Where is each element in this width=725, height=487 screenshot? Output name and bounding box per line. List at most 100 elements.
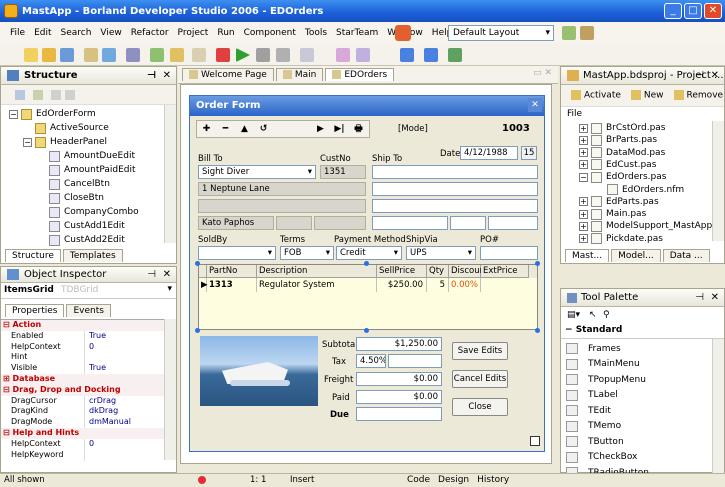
property-value[interactable] <box>85 352 89 363</box>
back-nav-icon[interactable] <box>51 90 61 100</box>
shipto-field-3[interactable] <box>372 199 538 213</box>
palette-scrollbar[interactable] <box>712 339 724 473</box>
shipto-field-1[interactable] <box>372 165 538 179</box>
property-row[interactable]: DragCursor crDrag <box>1 395 169 407</box>
close-button[interactable]: ✕ <box>704 3 722 19</box>
nav-first-icon[interactable] <box>273 121 292 137</box>
property-value[interactable]: 0 <box>85 342 94 353</box>
date-field[interactable]: 4/12/1988 <box>460 146 518 160</box>
tree-item-headerpanel[interactable]: − HeaderPanel <box>23 135 107 149</box>
state-field[interactable] <box>276 216 312 230</box>
property-value[interactable]: True <box>85 363 106 374</box>
expand-icon[interactable]: + <box>579 123 588 133</box>
close-icon[interactable]: ✕ <box>163 269 171 280</box>
view-tab-design[interactable]: Design <box>435 474 472 486</box>
property-row[interactable]: HelpKeyword <box>1 449 169 461</box>
tree-item-activesource[interactable]: ActiveSource <box>23 121 109 135</box>
tree-item-custadd2edit[interactable]: CustAdd2Edit <box>37 233 125 247</box>
tree-item-amountdueedit[interactable]: AmountDueEdit <box>37 149 135 163</box>
close-icon[interactable]: ✕ <box>163 70 171 81</box>
cell-indicator[interactable]: ▶ <box>199 278 208 292</box>
categories-icon[interactable]: ▤▾ <box>567 310 580 320</box>
view-tab-history[interactable]: History <box>474 474 512 486</box>
property-category[interactable]: ⊟ Drag, Drop and Docking <box>1 384 169 396</box>
shipto-field-2[interactable] <box>372 182 538 196</box>
tree-item-closebtn[interactable]: CloseBtn <box>37 191 104 205</box>
pointer-icon[interactable]: ↖ <box>589 310 597 320</box>
cell-qty[interactable]: 5 <box>427 278 449 292</box>
forward-nav-icon[interactable] <box>65 90 75 100</box>
save-all-icon[interactable] <box>102 48 116 62</box>
close-form-button[interactable]: Close <box>452 398 508 416</box>
maximize-button[interactable]: □ <box>684 3 702 19</box>
menu-item-component[interactable]: Component <box>244 28 296 38</box>
tree-item-custadd1edit[interactable]: CustAdd1Edit <box>37 219 125 233</box>
structure-scrollbar[interactable] <box>164 105 176 243</box>
cell-desc[interactable]: Regulator System <box>257 278 377 292</box>
new-form-icon[interactable] <box>356 48 370 62</box>
property-value[interactable]: dkDrag <box>85 406 118 417</box>
editor-tab-edorders[interactable]: EDOrders <box>325 68 395 81</box>
filter-icon[interactable] <box>15 90 25 100</box>
cell-price[interactable]: $250.00 <box>377 278 427 292</box>
component-selector[interactable]: ItemsGrid TDBGrid ▾ <box>1 283 176 299</box>
close-tab-icon[interactable]: ▭ ✕ <box>533 68 552 78</box>
layout-select[interactable]: Default Layout ▾ <box>448 25 554 41</box>
cell-disc[interactable]: 0.00% <box>449 278 481 292</box>
terms-combo[interactable]: FOB ▾ <box>280 246 334 260</box>
tree-item-cancelbtn[interactable]: CancelBtn <box>37 177 110 191</box>
pin-icon[interactable]: ⊣ <box>695 70 704 81</box>
address1-field[interactable]: 1 Neptune Lane <box>198 182 366 196</box>
remove-button[interactable]: Remove <box>673 90 723 101</box>
palette-item-tcheckbox[interactable]: TCheckBox <box>566 449 637 466</box>
tree-item-amountpaidedit[interactable]: AmountPaidEdit <box>37 163 136 177</box>
expand-icon[interactable]: + <box>579 160 588 170</box>
column-header-sellprice[interactable]: SellPrice <box>377 265 427 278</box>
property-value[interactable]: 0 <box>85 439 94 450</box>
tab-templates[interactable]: Templates <box>62 249 123 262</box>
nav-print-icon[interactable]: 🖶 <box>349 121 368 137</box>
column-header-partno[interactable]: PartNo <box>207 265 257 278</box>
editor-tab-main[interactable]: Main <box>275 68 324 81</box>
expand-icon[interactable]: + <box>579 148 588 158</box>
tree-item-edorderform[interactable]: − EdOrderForm <box>9 107 96 121</box>
run-icon[interactable] <box>236 48 250 62</box>
date-picker-button[interactable]: 15 <box>521 146 537 160</box>
pin-icon[interactable]: ⊣ <box>147 269 156 280</box>
expand-icon[interactable]: + <box>579 197 588 207</box>
custno-field[interactable]: 1351 <box>320 165 366 179</box>
address2-field[interactable] <box>198 199 366 213</box>
menu-item-edit[interactable]: Edit <box>34 28 51 38</box>
menu-item-tools[interactable]: Tools <box>305 28 327 38</box>
column-header-description[interactable]: Description <box>257 265 377 278</box>
editor-tab-welcome-page[interactable]: Welcome Page <box>182 68 274 81</box>
collapse-icon[interactable]: − <box>23 137 32 147</box>
property-row[interactable]: Visible True <box>1 363 169 375</box>
project-scrollbar[interactable] <box>712 121 724 241</box>
sort-icon[interactable] <box>33 90 43 100</box>
expand-icon[interactable]: + <box>579 221 588 231</box>
menu-item-project[interactable]: Project <box>178 28 209 38</box>
activate-button[interactable]: Activate <box>571 90 621 101</box>
back-icon[interactable] <box>400 48 414 62</box>
breakpoint-icon[interactable] <box>216 48 230 62</box>
form-resize-icon[interactable] <box>530 436 540 446</box>
palette-item-tbutton[interactable]: TButton <box>566 433 624 450</box>
expand-icon[interactable]: + <box>579 135 588 145</box>
tax-rate-field[interactable]: 4.50% <box>356 354 386 368</box>
save-edits-button[interactable]: Save Edits <box>452 342 508 360</box>
tab-events[interactable]: Events <box>66 304 111 317</box>
shipvia-combo[interactable]: UPS ▾ <box>406 246 476 260</box>
starteam-icon[interactable] <box>395 25 411 41</box>
selection-handle[interactable] <box>195 328 200 333</box>
open-project-icon[interactable] <box>84 48 98 62</box>
save-icon[interactable] <box>60 48 74 62</box>
minimize-button[interactable]: _ <box>664 3 682 19</box>
nav-insert-icon[interactable]: ✚ <box>197 121 216 137</box>
filter-icon[interactable]: ⚲ <box>603 310 610 320</box>
nav-last-icon[interactable]: ▶| <box>330 121 349 137</box>
collapse-icon[interactable]: − <box>9 109 18 119</box>
city-field[interactable]: Kato Paphos <box>198 216 274 230</box>
new-icon[interactable] <box>24 48 38 62</box>
menu-item-file[interactable]: File <box>10 28 25 38</box>
